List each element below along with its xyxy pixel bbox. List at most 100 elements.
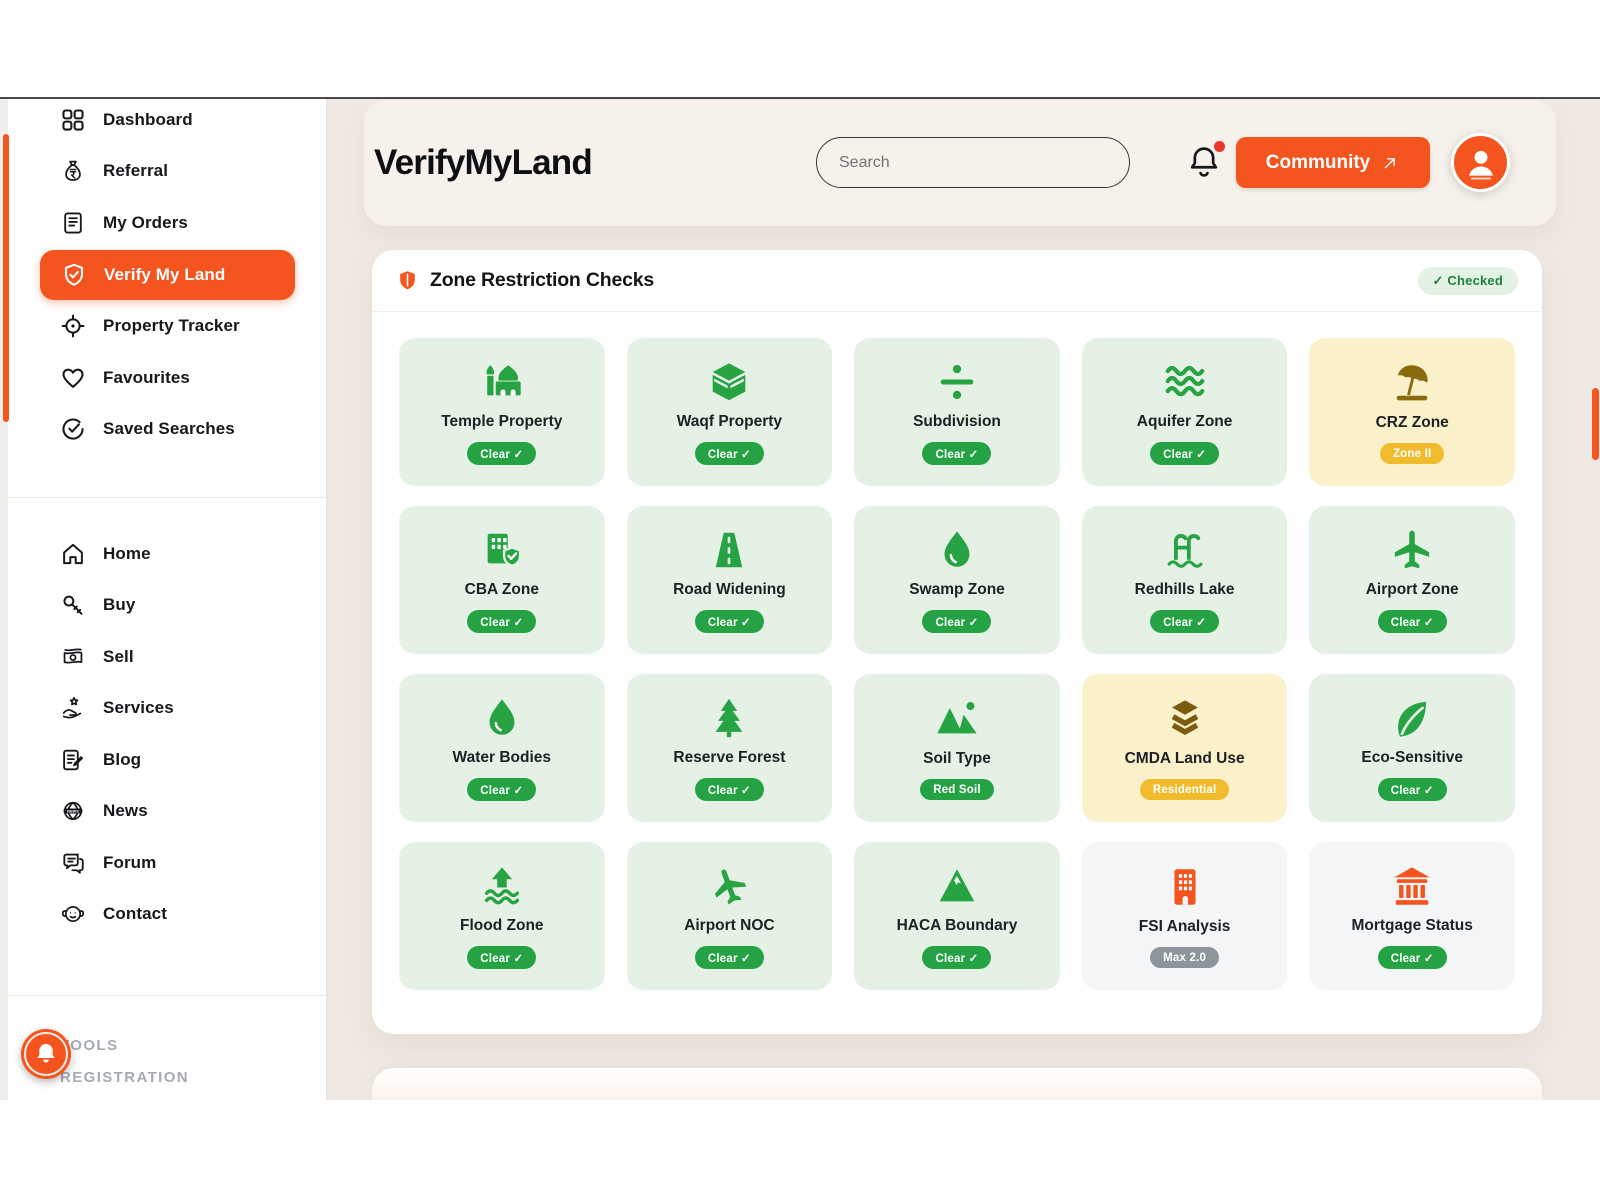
sidebar-divider xyxy=(8,995,326,996)
zone-card-label: Redhills Lake xyxy=(1135,581,1235,599)
leaf-icon xyxy=(1389,695,1435,741)
shield-check-icon xyxy=(61,262,87,288)
zone-card-badge: Clear ✓ xyxy=(922,442,991,465)
notification-fab[interactable] xyxy=(21,1029,71,1079)
zone-card-label: CMDA Land Use xyxy=(1125,750,1245,768)
zone-card-waqf-property[interactable]: Waqf Property Clear ✓ xyxy=(627,338,833,486)
zone-card-redhills-lake[interactable]: Redhills Lake Clear ✓ xyxy=(1082,506,1288,654)
zone-card-badge: Clear ✓ xyxy=(695,946,764,969)
referral-icon xyxy=(60,158,86,184)
zone-card-label: HACA Boundary xyxy=(897,917,1018,935)
mountain-icon xyxy=(934,863,980,909)
zone-card-badge: Red Soil xyxy=(920,779,994,800)
zone-checks-panel: Zone Restriction Checks ✓ Checked Temple… xyxy=(372,250,1542,1034)
zone-card-water-bodies[interactable]: Water Bodies Clear ✓ xyxy=(399,674,605,822)
zone-card-badge: Clear ✓ xyxy=(1150,610,1219,633)
flood-icon xyxy=(479,863,525,909)
community-button[interactable]: Community xyxy=(1236,137,1430,188)
zone-card-label: CRZ Zone xyxy=(1376,414,1449,432)
zone-card-soil-type[interactable]: Soil Type Red Soil xyxy=(854,674,1060,822)
search-input[interactable] xyxy=(816,137,1130,188)
sidebar-item-forum[interactable]: Forum xyxy=(8,837,326,889)
sidebar-divider xyxy=(8,497,326,498)
zone-card-badge: Clear ✓ xyxy=(922,610,991,633)
sidebar-item-favourites[interactable]: Favourites xyxy=(8,352,326,404)
zone-card-swamp-zone[interactable]: Swamp Zone Clear ✓ xyxy=(854,506,1060,654)
zone-card-reserve-forest[interactable]: Reserve Forest Clear ✓ xyxy=(627,674,833,822)
sidebar-item-blog[interactable]: Blog xyxy=(8,734,326,786)
waves-icon xyxy=(1162,359,1208,405)
zone-card-temple-property[interactable]: Temple Property Clear ✓ xyxy=(399,338,605,486)
sidebar-item-news[interactable]: NEWS News xyxy=(8,786,326,838)
sidebar-item-verify-my-land[interactable]: Verify My Land xyxy=(40,250,295,300)
sidebar-item-home[interactable]: Home xyxy=(8,528,326,580)
zone-card-mortgage-status[interactable]: Mortgage Status Clear ✓ xyxy=(1309,842,1515,990)
cash-icon xyxy=(60,644,86,670)
home-icon xyxy=(60,541,86,567)
person-icon xyxy=(1461,143,1501,183)
scrollbar-thumb[interactable] xyxy=(1592,388,1599,460)
zone-card-subdivision[interactable]: Subdivision Clear ✓ xyxy=(854,338,1060,486)
shield-icon xyxy=(396,269,419,292)
zone-card-aquifer-zone[interactable]: Aquifer Zone Clear ✓ xyxy=(1082,338,1288,486)
sidebar-item-services[interactable]: Services xyxy=(8,683,326,735)
sidebar-item-sell[interactable]: Sell xyxy=(8,631,326,683)
pine-tree-icon xyxy=(706,695,752,741)
zone-card-label: Aquifer Zone xyxy=(1137,413,1233,431)
zone-card-airport-noc[interactable]: Airport NOC Clear ✓ xyxy=(627,842,833,990)
panel-header: Zone Restriction Checks ✓ Checked xyxy=(372,250,1542,312)
sidebar-secondary-nav: Home Buy Sell Services Blog NEWS News Fo… xyxy=(8,528,326,940)
sidebar-item-my-orders[interactable]: My Orders xyxy=(8,197,326,249)
sidebar-item-property-tracker[interactable]: Property Tracker xyxy=(8,301,326,353)
zone-card-badge: Max 2.0 xyxy=(1150,947,1219,968)
zone-card-label: Temple Property xyxy=(441,413,562,431)
water-drop-icon xyxy=(479,695,525,741)
zone-card-cba-zone[interactable]: CBA Zone Clear ✓ xyxy=(399,506,605,654)
svg-text:NEWS: NEWS xyxy=(67,809,79,814)
road-icon xyxy=(706,527,752,573)
zone-card-label: Soil Type xyxy=(923,750,991,768)
saved-search-icon xyxy=(60,416,86,442)
zone-card-label: Mortgage Status xyxy=(1351,917,1472,935)
sidebar-item-saved-searches[interactable]: Saved Searches xyxy=(8,404,326,456)
pool-ladder-icon xyxy=(1162,527,1208,573)
zone-card-label: Waqf Property xyxy=(677,413,782,431)
sidebar-item-contact[interactable]: Contact xyxy=(8,889,326,941)
zone-card-badge: Clear ✓ xyxy=(467,610,536,633)
zone-card-label: Road Widening xyxy=(673,581,786,599)
checked-badge: ✓ Checked xyxy=(1418,267,1519,295)
zone-card-cmda-land-use[interactable]: CMDA Land Use Residential xyxy=(1082,674,1288,822)
zone-card-label: Water Bodies xyxy=(453,749,551,767)
zone-card-badge: Clear ✓ xyxy=(1378,778,1447,801)
dashboard-icon xyxy=(60,107,86,133)
external-arrow-icon xyxy=(1380,153,1400,173)
zone-card-badge: Clear ✓ xyxy=(922,946,991,969)
zone-card-fsi-analysis[interactable]: FSI Analysis Max 2.0 xyxy=(1082,842,1288,990)
zone-card-label: Airport NOC xyxy=(684,917,774,935)
community-button-label: Community xyxy=(1266,152,1371,174)
zone-card-badge: Clear ✓ xyxy=(1378,610,1447,633)
sidebar-item-dashboard[interactable]: Dashboard xyxy=(8,94,326,146)
next-panel-partial xyxy=(372,1068,1542,1100)
user-avatar[interactable] xyxy=(1451,133,1510,192)
notification-bell-button[interactable] xyxy=(1186,142,1226,182)
bank-icon xyxy=(1389,863,1435,909)
zone-card-road-widening[interactable]: Road Widening Clear ✓ xyxy=(627,506,833,654)
zone-card-eco-sensitive[interactable]: Eco-Sensitive Clear ✓ xyxy=(1309,674,1515,822)
news-icon: NEWS xyxy=(60,798,86,824)
zone-card-airport-zone[interactable]: Airport Zone Clear ✓ xyxy=(1309,506,1515,654)
beach-umbrella-icon xyxy=(1389,360,1435,406)
zone-cards-grid: Temple Property Clear ✓ Waqf Property Cl… xyxy=(372,312,1542,990)
zone-card-badge: Clear ✓ xyxy=(695,442,764,465)
forum-icon xyxy=(60,850,86,876)
sidebar-item-referral[interactable]: Referral xyxy=(8,146,326,198)
zone-card-label: Reserve Forest xyxy=(673,749,785,767)
sidebar-item-buy[interactable]: Buy xyxy=(8,580,326,632)
zone-card-crz-zone[interactable]: CRZ Zone Zone II xyxy=(1309,338,1515,486)
temple-icon xyxy=(479,359,525,405)
zone-card-flood-zone[interactable]: Flood Zone Clear ✓ xyxy=(399,842,605,990)
zone-card-haca-boundary[interactable]: HACA Boundary Clear ✓ xyxy=(854,842,1060,990)
hand-star-icon xyxy=(60,695,86,721)
zone-card-badge: Clear ✓ xyxy=(1378,946,1447,969)
key-icon xyxy=(60,592,86,618)
